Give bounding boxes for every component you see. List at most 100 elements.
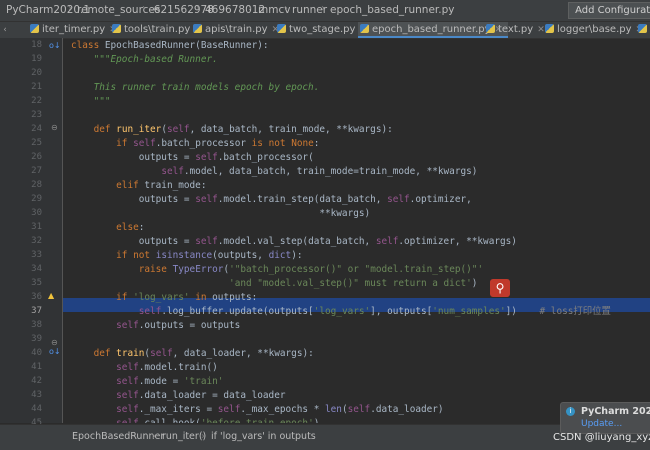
code-line[interactable]: class EpochBasedRunner(BaseRunner): xyxy=(71,39,269,53)
line-number: 34 xyxy=(31,264,42,274)
tab-two-stage[interactable]: two_stage.py✕ xyxy=(275,22,367,38)
line-number: 43 xyxy=(31,390,42,400)
line-number: 37 xyxy=(31,306,42,316)
line-number: 19 xyxy=(31,54,42,64)
tab-label: two_stage.py xyxy=(289,24,356,35)
code-line[interactable]: elif train_mode: xyxy=(71,179,206,193)
python-file-icon xyxy=(360,24,369,33)
code-line[interactable]: def run_iter(self, data_batch, train_mod… xyxy=(71,123,393,137)
line-number: 29 xyxy=(31,194,42,204)
line-number: 23 xyxy=(31,110,42,120)
chevron-right-icon: › xyxy=(68,3,72,14)
tab-text[interactable]: text.py ✕ xyxy=(484,22,545,38)
code-line[interactable]: outputs = self.model.train_step(data_bat… xyxy=(71,193,472,207)
code-line[interactable]: self.model.train() xyxy=(71,361,218,375)
code-line[interactable]: """Epoch-based Runner. xyxy=(71,53,218,67)
navigation-bar: PyCharm2020.1 › remote_sources › -621562… xyxy=(0,0,650,22)
code-line[interactable]: """ xyxy=(71,95,111,109)
line-number: 31 xyxy=(31,222,42,232)
python-file-icon xyxy=(545,24,554,33)
line-number: 25 xyxy=(31,138,42,148)
notification-title: PyCharm 2020.1.5 xyxy=(581,406,650,417)
line-number: 33 xyxy=(31,250,42,260)
code-line[interactable]: self.call_hook('before_train_epoch') xyxy=(71,417,319,423)
tab-label: epoch_based_runner.py xyxy=(372,24,491,35)
nav-crumb-file[interactable]: epoch_based_runner.py xyxy=(330,4,454,16)
code-line[interactable]: self.data_loader = data_loader xyxy=(71,389,285,403)
line-number: 26 xyxy=(31,152,42,162)
code-line[interactable]: self.log_buffer.update(outputs['log_vars… xyxy=(71,305,611,319)
tab-label: logger\base.py xyxy=(557,24,632,35)
line-number: 35 xyxy=(31,278,42,288)
chevron-right-icon: › xyxy=(248,3,252,14)
line-number: 36 xyxy=(31,292,42,302)
code-line[interactable]: self.mode = 'train' xyxy=(71,375,223,389)
tab-logger-base[interactable]: logger\base.py✕ xyxy=(543,22,643,38)
editor-tab-bar: iter_timer.py✕ tools\train.py✕ apis\trai… xyxy=(0,22,650,39)
line-number: 40 xyxy=(31,348,42,358)
breadcrumb-class[interactable]: EpochBasedRunner xyxy=(72,431,164,442)
line-number: 42 xyxy=(31,376,42,386)
line-number: 44 xyxy=(31,404,42,414)
code-line[interactable]: raise TypeError('"batch_processor()" or … xyxy=(71,263,483,277)
code-line[interactable]: if self.batch_processor is not None: xyxy=(71,137,319,151)
code-line[interactable]: else: xyxy=(71,221,144,235)
search-icon[interactable]: ⚲ xyxy=(490,279,510,297)
lightbulb-icon[interactable]: ▲ xyxy=(48,291,54,300)
python-file-icon xyxy=(30,24,39,33)
python-file-icon xyxy=(638,24,647,33)
line-number: 24 xyxy=(31,124,42,134)
code-line[interactable]: outputs = self.model.val_step(data_batch… xyxy=(71,235,517,249)
line-number: 41 xyxy=(31,362,42,372)
tab-overflow-next[interactable] xyxy=(636,22,650,38)
code-line[interactable]: def train(self, data_loader, **kwargs): xyxy=(71,347,314,361)
line-number: 22 xyxy=(31,96,42,106)
editor-gutter: 18 19 20 21 22 23 24 25 26 27 28 29 30 31 32 33 34 35 36 37… xyxy=(0,38,63,428)
line-number: 21 xyxy=(31,82,42,92)
breadcrumb-block[interactable]: if 'log_vars' in outputs xyxy=(211,431,316,442)
override-marker-icon[interactable]: o↓ xyxy=(49,347,61,356)
line-number: 28 xyxy=(31,180,42,190)
update-notification: i PyCharm 2020.1.5 Update... xyxy=(560,402,650,434)
line-number: 18 xyxy=(31,40,42,50)
info-icon: i xyxy=(566,407,575,416)
nav-crumb-remote-sources[interactable]: remote_sources xyxy=(77,4,160,16)
line-number: 38 xyxy=(31,320,42,330)
tab-iter-timer[interactable]: iter_timer.py✕ xyxy=(28,22,117,38)
python-file-icon xyxy=(112,24,121,33)
update-link[interactable]: Update... xyxy=(581,419,622,429)
tab-tools-train[interactable]: tools\train.py✕ xyxy=(110,22,202,38)
chevron-right-icon: › xyxy=(196,3,200,14)
chevron-right-icon: › xyxy=(284,3,288,14)
code-line[interactable]: This runner train models epoch by epoch. xyxy=(71,81,320,95)
line-number: 27 xyxy=(31,166,42,176)
tab-apis-train[interactable]: apis\train.py ✕ xyxy=(191,22,279,38)
watermark-text: CSDN @liuyang_xyz xyxy=(553,432,650,443)
tab-label: text.py xyxy=(498,24,534,35)
line-number: 20 xyxy=(31,68,42,78)
tab-label: apis\train.py xyxy=(205,24,268,35)
python-file-icon xyxy=(486,24,495,33)
chevron-right-icon: › xyxy=(321,3,325,14)
chevron-right-icon: › xyxy=(142,3,146,14)
code-editor[interactable]: class EpochBasedRunner(BaseRunner): """E… xyxy=(63,38,650,423)
code-line[interactable]: if not isinstance(outputs, dict): xyxy=(71,249,302,263)
tab-scroll-left-icon[interactable]: ‹ xyxy=(0,22,10,38)
code-line[interactable]: outputs = self.batch_processor( xyxy=(71,151,314,165)
code-line[interactable]: self._max_iters = self._max_epochs * len… xyxy=(71,403,443,417)
code-line[interactable]: self.outputs = outputs xyxy=(71,319,240,333)
line-number: 39 xyxy=(31,334,42,344)
add-configuration-button[interactable]: Add Configurati xyxy=(568,2,650,19)
breadcrumb-method[interactable]: run_iter() xyxy=(162,431,206,442)
code-line[interactable]: if 'log_vars' in outputs: xyxy=(71,291,257,305)
fold-icon[interactable]: ⊖ xyxy=(51,123,58,132)
code-line[interactable]: **kwargs) xyxy=(71,207,370,221)
code-line[interactable]: 'and "model.val_step()" must return a di… xyxy=(71,277,477,291)
override-marker-icon[interactable]: o↓ xyxy=(49,41,61,50)
fold-icon[interactable]: ⊖ xyxy=(51,338,58,347)
nav-crumb-folder-2[interactable]: 469678012 xyxy=(205,4,265,16)
line-number: 32 xyxy=(31,236,42,246)
code-line[interactable]: self.model, data_batch, train_mode=train… xyxy=(71,165,477,179)
python-file-icon xyxy=(277,24,286,33)
chevron-right-icon: › xyxy=(152,431,156,442)
